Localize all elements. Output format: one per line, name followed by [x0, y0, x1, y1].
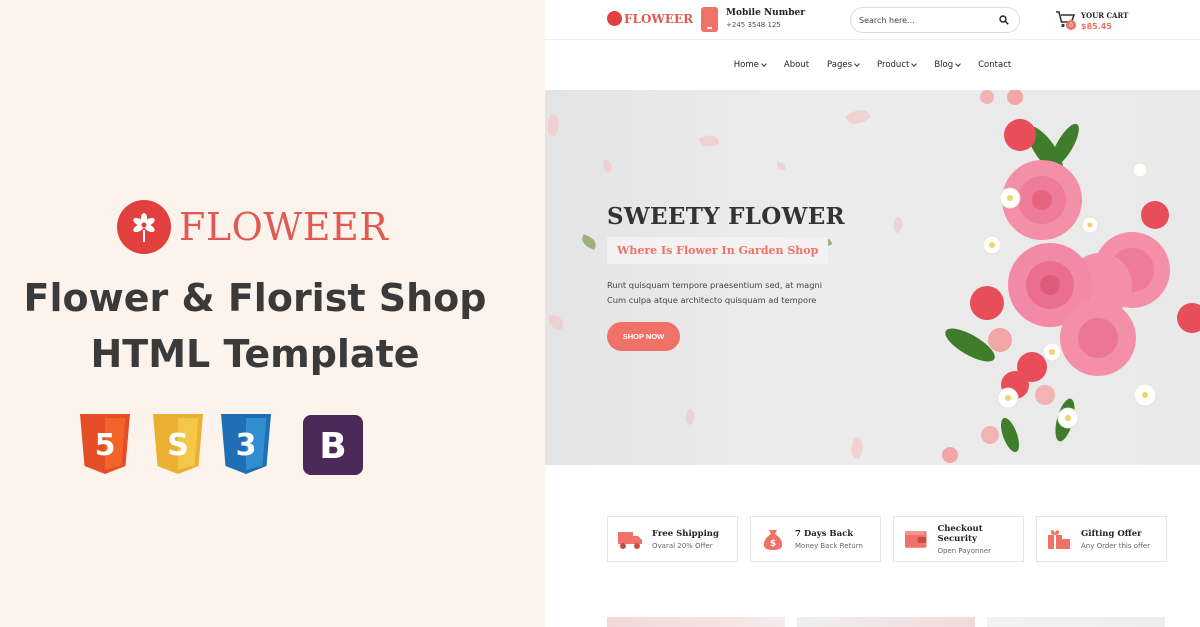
petal-decoration — [682, 408, 698, 426]
search-input[interactable] — [859, 15, 994, 25]
nav-item-home[interactable]: Home — [733, 60, 767, 70]
nav-item-pages[interactable]: Pages — [827, 60, 860, 70]
petal-decoration — [545, 113, 563, 137]
feature-gifting-offer: Gifting Offer Any Order this offer — [1036, 516, 1167, 562]
svg-text:3: 3 — [236, 428, 257, 463]
feature-subtitle: Any Order this offer — [1081, 541, 1150, 550]
nav-label: Contact — [978, 60, 1012, 70]
feature-subtitle: Ovaral 20% Offer — [652, 541, 713, 550]
wallet-icon — [904, 531, 927, 548]
search-box[interactable] — [850, 7, 1020, 33]
nav-item-blog[interactable]: Blog — [934, 60, 961, 70]
site-logo[interactable]: FLOWEER — [607, 11, 693, 26]
petal-decoration — [890, 216, 906, 234]
feature-free-shipping: Free Shipping Ovaral 20% Offer — [607, 516, 738, 562]
petal-decoration — [549, 315, 563, 329]
cart-summary[interactable]: YOUR CART $85.45 — [1081, 11, 1128, 31]
top-header: FLOWEER Mobile Number +245 3548 125 0 YO… — [545, 0, 1200, 40]
feature-title: Gifting Offer — [1081, 528, 1142, 539]
gift-icon — [1048, 530, 1070, 549]
feature-subtitle: Money Back Return — [795, 541, 863, 550]
shop-now-button[interactable]: SHOP NOW — [607, 322, 680, 351]
svg-text:B: B — [319, 426, 346, 467]
product-card-preview — [607, 617, 785, 627]
feature-money-back: $ 7 Days Back Money Back Return — [750, 516, 881, 562]
feature-title: Free Shipping — [652, 528, 719, 539]
chevron-down-icon — [854, 60, 860, 67]
promo-title-line1: Flower & Florist Shop — [23, 276, 487, 320]
leaf-decoration — [579, 234, 599, 250]
petal-decoration — [777, 162, 785, 170]
chevron-down-icon — [761, 60, 767, 67]
feature-checkout-security: Checkout Security Open Payonner — [893, 516, 1024, 562]
svg-text:$: $ — [770, 539, 776, 549]
promo-brand-name: FLOWEER — [179, 205, 389, 249]
cart-count-badge: 0 — [1066, 20, 1076, 30]
cart-total: $85.45 — [1081, 22, 1112, 31]
html5-icon: 5 — [78, 414, 132, 474]
promo-title-line2: HTML Template — [90, 332, 420, 376]
mobile-phone-icon — [701, 7, 718, 32]
nav-item-about[interactable]: About — [784, 60, 809, 70]
product-card-preview — [797, 617, 975, 627]
nav-label: Blog — [934, 60, 954, 70]
hero-description: Runt quisquam tempore praesentium sed, a… — [607, 280, 823, 305]
petal-decoration — [698, 132, 720, 150]
hero-title: SWEETY FLOWER — [607, 203, 845, 230]
petal-decoration — [844, 105, 872, 129]
feature-subtitle: Open Payonner — [937, 546, 992, 555]
feature-title: 7 Days Back — [795, 528, 854, 539]
nav-label: Pages — [827, 60, 853, 70]
chevron-down-icon — [955, 60, 961, 67]
nav-label: Home — [733, 60, 759, 70]
product-card-preview — [987, 617, 1165, 627]
chevron-down-icon — [911, 60, 918, 67]
hero-banner: SWEETY FLOWER Where Is Flower In Garden … — [545, 90, 1200, 465]
flower-logo-icon — [607, 11, 622, 26]
hero-subtitle: Where Is Flower In Garden Shop — [607, 237, 829, 264]
search-icon[interactable] — [999, 15, 1009, 25]
bootstrap-icon: B — [303, 415, 363, 475]
sass-icon: S — [151, 414, 205, 474]
main-nav: Home About Pages Product Blog Contact — [545, 40, 1200, 90]
petal-decoration — [847, 436, 867, 460]
feature-title: Checkout Security — [937, 523, 983, 544]
delivery-truck-icon — [618, 532, 642, 549]
nav-item-product[interactable]: Product — [877, 60, 918, 70]
money-bag-icon: $ — [763, 530, 783, 550]
svg-text:5: 5 — [95, 428, 116, 463]
nav-label: About — [783, 60, 810, 70]
css3-icon: 3 — [219, 414, 273, 474]
site-brand-name: FLOWEER — [624, 11, 694, 26]
promo-logo: FLOWEER — [117, 200, 388, 254]
cart-label: YOUR CART — [1081, 11, 1129, 20]
petal-decoration — [602, 159, 613, 173]
feature-list: Free Shipping Ovaral 20% Offer $ 7 Days … — [607, 516, 1167, 562]
flower-logo-icon — [117, 200, 171, 254]
contact-label: Mobile Number — [726, 8, 806, 18]
template-preview: FLOWEER Mobile Number +245 3548 125 0 YO… — [545, 0, 1200, 627]
contact-number: +245 3548 125 — [726, 21, 781, 29]
svg-text:S: S — [167, 428, 189, 463]
contact-info: Mobile Number +245 3548 125 — [726, 8, 805, 29]
promo-panel: FLOWEER Flower & Florist Shop HTML Templ… — [0, 0, 545, 627]
nav-label: Product — [877, 60, 910, 70]
nav-item-contact[interactable]: Contact — [978, 60, 1011, 70]
flower-bouquet-image — [942, 90, 1200, 463]
